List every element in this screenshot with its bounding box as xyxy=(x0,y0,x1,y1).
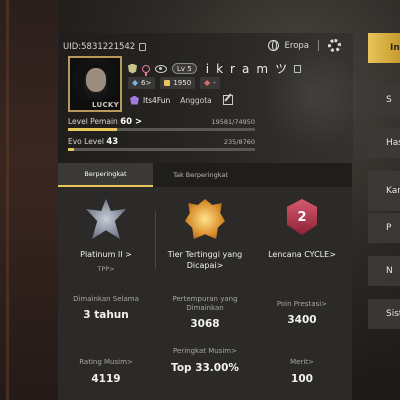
platinum-emblem-icon xyxy=(86,199,126,239)
player-level[interactable]: Level Pemain 60 > 19581/74950 xyxy=(68,117,255,131)
evo-level-xp: 235/8760 xyxy=(223,138,255,146)
divider xyxy=(155,211,156,269)
stats-panel: Berperingkat Tak Berperingkat Platinum I… xyxy=(58,163,352,400)
evo-level-label: Evo Level 43 xyxy=(68,137,119,147)
stat-pill-likes[interactable]: 1950 xyxy=(160,77,196,89)
tab-bar: Berperingkat Tak Berperingkat xyxy=(58,163,352,187)
stat-label: Merit> xyxy=(290,358,314,366)
copy-name-icon[interactable] xyxy=(293,64,301,73)
stat-label: Rating Musim> xyxy=(79,358,133,366)
clan-role: Anggota xyxy=(180,95,212,105)
badge-highest-tier[interactable]: Tier Tertinggi yang Dicapai> xyxy=(157,199,253,271)
background-left-strip xyxy=(0,0,58,400)
cycle-badge-icon: 2 xyxy=(287,199,317,235)
profile-stats-row: 6> 1950 - xyxy=(128,77,220,89)
badge-rank[interactable]: Platinum II > TPP> xyxy=(58,199,154,273)
stat-value: 3068 xyxy=(190,318,220,330)
menu-item-4[interactable]: Kar xyxy=(368,171,400,211)
divider xyxy=(318,40,319,51)
level-badge: Lv 5 xyxy=(172,63,197,74)
stat-played-duration: Dimainkan Selama 3 tahun xyxy=(58,295,154,321)
eye-icon[interactable] xyxy=(155,64,167,73)
avatar-tag: LUCKY xyxy=(92,101,120,109)
thumbs-up-icon xyxy=(164,80,171,86)
stat-value: Top 33.00% xyxy=(171,362,239,374)
evo-level-bar xyxy=(68,148,255,151)
stat-3-value: - xyxy=(213,79,216,87)
tab-unranked[interactable]: Tak Berperingkat xyxy=(153,163,248,187)
menu-item-6[interactable]: N xyxy=(368,256,400,286)
stat-value: 4119 xyxy=(91,373,121,385)
profile-card: UID:5831221542 Eropa LUCKY Lv 5 i k r a … xyxy=(58,33,353,163)
stat-value: 100 xyxy=(291,373,313,385)
evo-level-value: 43 xyxy=(106,137,119,147)
avatar[interactable]: LUCKY xyxy=(68,56,122,112)
menu-item-7[interactable]: Sist xyxy=(368,299,400,329)
clan-name: Its4Fun xyxy=(143,95,171,105)
copy-icon[interactable] xyxy=(139,43,147,51)
gender-icon xyxy=(142,64,150,76)
badge-tier-title: Tier Tertinggi yang Dicapai> xyxy=(167,250,243,270)
player-level-bar xyxy=(68,128,255,131)
menu-item-3[interactable]: Has xyxy=(368,128,400,158)
badge-rank-title: Platinum II > xyxy=(80,250,132,259)
clan-icon xyxy=(130,95,139,105)
region-settings: Eropa xyxy=(267,39,341,52)
stat-value: 3400 xyxy=(287,314,317,326)
name-row: Lv 5 i k r a m ツ xyxy=(128,60,301,77)
stat-merit[interactable]: Merit> 100 xyxy=(254,353,350,385)
player-level-fill xyxy=(68,128,117,131)
stat-matches-played: Pertempuran yang Dimainkan 3068 xyxy=(157,295,253,330)
uid-row: UID:5831221542 Eropa xyxy=(63,39,347,54)
player-level-value: 60 > xyxy=(120,117,143,127)
tab-ranked[interactable]: Berperingkat xyxy=(58,163,153,187)
stat-label: Poin Prestasi> xyxy=(276,300,328,308)
region-label[interactable]: Eropa xyxy=(285,41,309,51)
stat-pill-rank[interactable]: 6> xyxy=(128,77,156,89)
evo-level-fill xyxy=(68,148,74,151)
globe-icon xyxy=(267,40,279,51)
stat-pill-gift[interactable]: - xyxy=(200,77,220,89)
menu-item-info[interactable]: Info xyxy=(368,33,400,63)
badges-row: Platinum II > TPP> Tier Tertinggi yang D… xyxy=(58,199,352,289)
stat-label: Pertempuran yang Dimainkan xyxy=(172,295,238,312)
badge-cycle[interactable]: 2 Lencana CYCLE> xyxy=(254,199,350,260)
gear-icon[interactable] xyxy=(328,39,341,52)
diamond-icon xyxy=(204,80,211,86)
stat-label: Dimainkan Selama xyxy=(73,295,139,303)
menu-item-5[interactable]: P xyxy=(368,213,400,243)
tier-emblem-icon xyxy=(185,199,225,239)
shield-icon[interactable] xyxy=(128,63,137,74)
player-level-xp: 19581/74950 xyxy=(211,118,255,126)
evo-level[interactable]: Evo Level 43 235/8760 xyxy=(68,137,255,151)
badge-rank-sub: TPP> xyxy=(97,265,115,273)
clan-row[interactable]: Its4Fun Anggota xyxy=(130,95,233,105)
crown-icon xyxy=(132,80,138,86)
stat-label: Peringkat Musim> xyxy=(173,347,237,355)
stat-season-rank[interactable]: Peringkat Musim> Top 33.00% xyxy=(157,347,253,374)
stat-achievement-points[interactable]: Poin Prestasi> 3400 xyxy=(254,295,350,326)
stat-season-rating[interactable]: Rating Musim> 4119 xyxy=(58,353,154,385)
player-name: i k r a m ツ xyxy=(205,62,289,76)
stat-1-value: 6> xyxy=(141,79,152,87)
edit-icon[interactable] xyxy=(222,95,233,105)
uid-text: UID:5831221542 xyxy=(63,42,136,52)
badge-cycle-title: Lencana CYCLE> xyxy=(268,250,336,259)
stat-value: 3 tahun xyxy=(83,309,129,321)
player-level-label: Level Pemain 60 > xyxy=(68,117,143,127)
menu-item-2[interactable]: S xyxy=(368,85,400,115)
right-menu: Info S Has Kar P N Sist xyxy=(368,33,400,400)
avatar-face xyxy=(86,68,106,92)
stat-2-value: 1950 xyxy=(173,79,192,87)
